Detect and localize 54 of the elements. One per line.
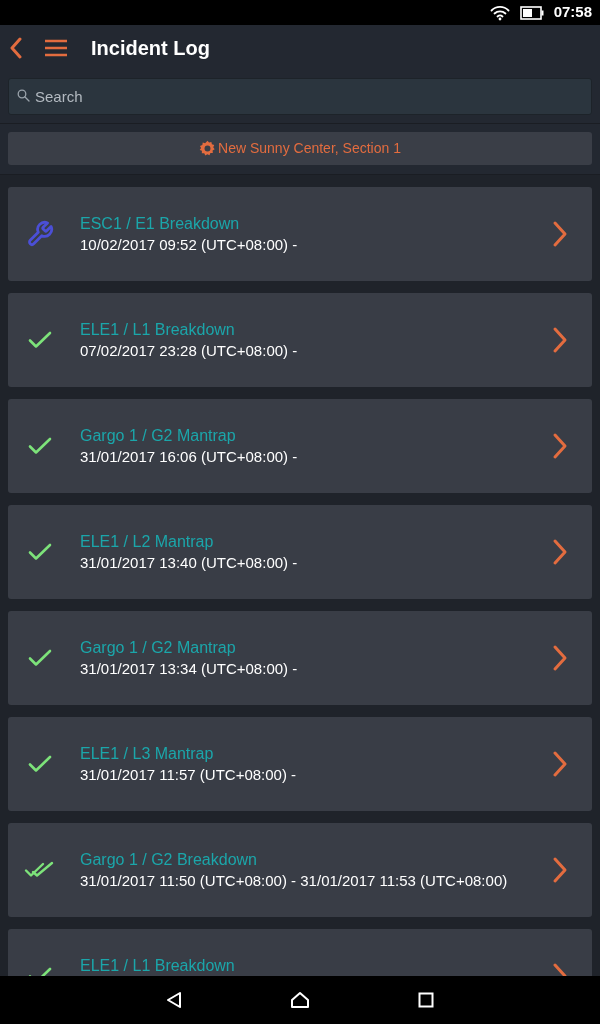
incident-title: Gargo 1 / G2 Breakdown [80, 850, 258, 869]
chevron-right-icon [552, 856, 568, 884]
square-icon [418, 992, 434, 1008]
chevron-right-icon [552, 220, 568, 248]
back-triangle-icon [166, 991, 182, 1009]
back-button[interactable] [8, 35, 24, 60]
chevron-right-icon [552, 644, 568, 672]
recents-button[interactable] [418, 992, 434, 1008]
chevron-right-icon [552, 326, 568, 354]
nav-back-button[interactable] [166, 991, 182, 1009]
incident-title: ELE1 / L3 Mantrap [80, 744, 215, 763]
home-button[interactable] [290, 991, 310, 1009]
status-time: 07:58 [553, 2, 592, 23]
incident-item[interactable]: ESC1 / E1 Breakdown 10/02/2017 09:52 (UTC+08:00) - [8, 187, 592, 281]
incident-item[interactable]: ELE1 / L3 Mantrap 31/01/2017 11:57 (UTC+08:00) - [8, 717, 592, 811]
incident-title: ESC1 / E1 Breakdown [80, 214, 241, 233]
incident-title: Gargo 1 / G2 Mantrap [80, 638, 237, 657]
incident-period: 07/02/2017 23:28 (UTC+08:00) - [80, 341, 299, 360]
battery-icon [519, 5, 544, 20]
checkmark-icon [28, 649, 52, 667]
wrench-icon [26, 220, 54, 248]
checkmark-icon [28, 755, 52, 773]
menu-icon [44, 38, 68, 57]
incident-item[interactable]: Gargo 1 / G2 Mantrap 31/01/2017 13:34 (UTC+08:00) - [8, 611, 592, 705]
chevron-right-icon [552, 538, 568, 566]
incident-period: 31/01/2017 13:40 (UTC+08:00) - [80, 553, 299, 572]
menu-button[interactable] [44, 37, 68, 58]
gear-icon [199, 140, 217, 157]
incident-period: 31/01/2017 13:34 (UTC+08:00) - [80, 659, 299, 678]
search-icon [17, 89, 30, 102]
incident-item[interactable]: Gargo 1 / G2 Mantrap 31/01/2017 16:06 (UTC+08:00) - [8, 399, 592, 493]
checkmark-icon [28, 331, 52, 349]
chevron-left-icon [9, 36, 23, 59]
search-field[interactable]: Search [8, 78, 592, 115]
checkmark-icon [28, 437, 52, 455]
incident-title: ELE1 / L2 Mantrap [80, 532, 215, 551]
checkmark-icon [28, 543, 52, 561]
incident-period: 31/01/2017 11:57 (UTC+08:00) - [80, 765, 298, 784]
incident-period: 31/01/2017 16:06 (UTC+08:00) - [80, 447, 299, 466]
double-checkmark-icon [24, 861, 56, 879]
chevron-right-icon [552, 432, 568, 460]
incident-title: ELE1 / L1 Breakdown [80, 320, 236, 339]
incident-item[interactable]: ELE1 / L2 Mantrap 31/01/2017 13:40 (UTC+08:00) - [8, 505, 592, 599]
incident-item[interactable]: Gargo 1 / G2 Breakdown 31/01/2017 11:50 (UTC+08:00) - 31/01/2017 11:53 (UTC+08:00) [8, 823, 592, 917]
page-title: Incident Log [91, 35, 210, 61]
chevron-right-icon [552, 750, 568, 778]
incident-item[interactable]: ELE1 / L1 Breakdown 07/02/2017 23:28 (UTC+08:00) - [8, 293, 592, 387]
incident-period: 10/02/2017 09:52 (UTC+08:00) - [80, 235, 299, 254]
incident-title: ELE1 / L1 Breakdown [80, 956, 236, 975]
home-icon [290, 991, 310, 1009]
wifi-icon [489, 4, 510, 21]
incident-title: Gargo 1 / G2 Mantrap [80, 426, 237, 445]
incident-item[interactable]: ELE1 / L1 Breakdown [8, 929, 592, 976]
incident-period: 31/01/2017 11:50 (UTC+08:00) - 31/01/2017 11:53 (UTC+08:00) [80, 871, 509, 890]
